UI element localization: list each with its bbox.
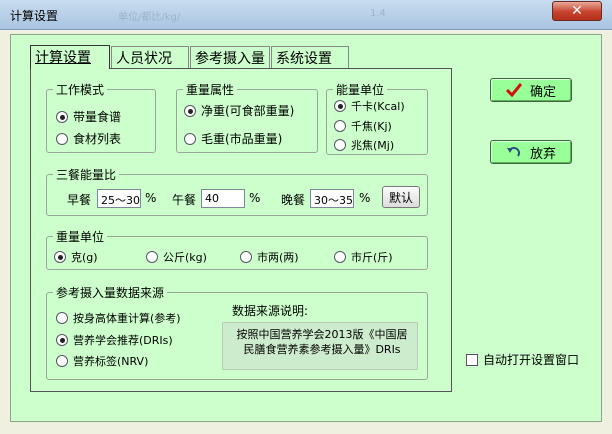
tab-person-status[interactable]: 人员状况	[111, 46, 189, 68]
radio-icon	[334, 120, 346, 132]
radio-icon	[240, 251, 252, 263]
source-description-title: 数据来源说明:	[232, 304, 309, 318]
group-label: 参考摄入量数据来源	[53, 284, 168, 301]
lunch-unit: %	[249, 191, 261, 205]
radio-icon	[334, 100, 346, 112]
radio-label: 兆焦(Mj)	[351, 139, 395, 152]
weight-unit-option-kg[interactable]: 公斤(kg)	[146, 249, 207, 265]
group-label: 重量属性	[183, 81, 238, 98]
title-bar	[0, 0, 612, 30]
radio-icon	[56, 334, 68, 346]
radio-label: 千卡(Kcal)	[351, 100, 405, 113]
breakfast-label: 早餐	[67, 193, 92, 207]
background-text: 单位/都比/kg/	[118, 12, 181, 23]
cancel-label: 放弃	[529, 146, 556, 162]
group-label: 三餐能量比	[53, 166, 120, 183]
dinner-label: 晚餐	[281, 193, 306, 207]
weight-attr-option-gross[interactable]: 毛重(市品重量)	[184, 130, 282, 147]
energy-unit-option-mj[interactable]: 兆焦(Mj)	[334, 137, 394, 153]
radio-label: 千焦(Kj)	[351, 120, 392, 133]
lunch-label: 午餐	[172, 193, 197, 207]
radio-icon	[56, 355, 68, 367]
lunch-input[interactable]: 40	[201, 189, 245, 208]
cancel-button[interactable]: 放弃	[490, 140, 572, 164]
group-label: 工作模式	[53, 81, 108, 98]
radio-label: 带量食谱	[73, 110, 122, 124]
auto-open-checkbox[interactable]: 自动打开设置窗口	[466, 351, 579, 368]
radio-label: 市斤(斤)	[351, 251, 393, 264]
work-mode-option-menu[interactable]: 带量食谱	[56, 108, 121, 125]
group-label: 重量单位	[53, 228, 108, 245]
tab-label: 参考摄入量	[195, 51, 265, 67]
radio-label: 公斤(kg)	[163, 251, 207, 264]
radio-label: 毛重(市品重量)	[201, 132, 283, 146]
radio-label: 市两(两)	[257, 251, 299, 264]
tab-label: 计算设置	[35, 50, 91, 66]
weight-unit-option-g[interactable]: 克(g)	[54, 249, 98, 265]
close-button[interactable]: ✕	[552, 1, 602, 21]
tab-label: 系统设置	[276, 51, 332, 67]
intake-source-option-dris[interactable]: 营养学会推荐(DRIs)	[56, 332, 173, 348]
radio-icon	[56, 110, 68, 123]
dinner-input[interactable]: 30～35	[310, 189, 354, 208]
radio-label: 按身高体重计算(参考)	[73, 312, 181, 325]
breakfast-input[interactable]: 25～30	[97, 189, 141, 208]
ok-button[interactable]: 确定	[490, 78, 572, 102]
energy-unit-option-kj[interactable]: 千焦(Kj)	[334, 118, 392, 134]
radio-icon	[184, 132, 196, 145]
intake-source-option-nrv[interactable]: 营养标签(NRV)	[56, 353, 148, 369]
breakfast-unit: %	[145, 191, 157, 205]
window-title: 计算设置	[10, 9, 59, 23]
group-label: 能量单位	[333, 81, 388, 98]
radio-icon	[54, 251, 66, 263]
work-mode-option-list[interactable]: 食材列表	[56, 130, 121, 147]
radio-label: 净重(可食部重量)	[201, 104, 295, 118]
background-text: 1.4	[370, 8, 386, 19]
radio-icon	[56, 312, 68, 324]
default-button[interactable]: 默认	[382, 186, 420, 208]
ok-label: 确定	[529, 84, 556, 100]
checkbox-box	[466, 353, 478, 366]
radio-icon	[146, 251, 158, 263]
tab-system-settings[interactable]: 系统设置	[271, 46, 349, 68]
tab-reference-intake[interactable]: 参考摄入量	[190, 46, 270, 68]
tab-label: 人员状况	[116, 51, 172, 67]
radio-label: 营养学会推荐(DRIs)	[73, 334, 173, 347]
weight-unit-option-liang[interactable]: 市两(两)	[240, 249, 299, 265]
energy-unit-option-kcal[interactable]: 千卡(Kcal)	[334, 98, 405, 114]
source-description-text: 按照中国营养学会2013版《中国居民膳食营养素参考摄入量》DRIs	[222, 322, 418, 370]
close-icon: ✕	[571, 3, 583, 19]
radio-icon	[184, 104, 196, 117]
radio-icon	[334, 251, 346, 263]
checkmark-icon	[505, 83, 522, 97]
radio-icon	[56, 132, 68, 145]
radio-label: 食材列表	[73, 132, 122, 146]
radio-label: 克(g)	[71, 251, 98, 264]
weight-attr-option-net[interactable]: 净重(可食部重量)	[184, 102, 294, 119]
auto-open-label: 自动打开设置窗口	[483, 353, 580, 367]
radio-icon	[334, 139, 346, 151]
dinner-unit: %	[359, 191, 371, 205]
tab-calc-settings[interactable]: 计算设置	[30, 45, 110, 69]
undo-icon	[506, 147, 520, 157]
weight-unit-option-jin[interactable]: 市斤(斤)	[334, 249, 393, 265]
radio-label: 营养标签(NRV)	[73, 355, 149, 368]
intake-source-option-body[interactable]: 按身高体重计算(参考)	[56, 310, 181, 326]
